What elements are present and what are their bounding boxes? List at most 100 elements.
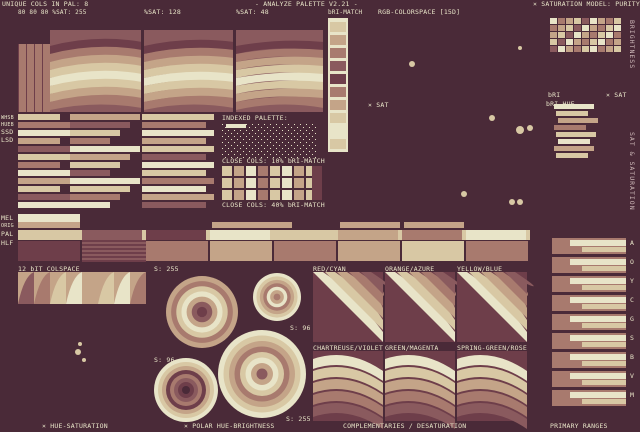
dot (303, 145, 304, 146)
close-col-end (312, 166, 322, 200)
palette-grid-cell (606, 39, 613, 45)
dot (246, 142, 247, 143)
dot (273, 151, 274, 152)
palette-grid-cell (582, 18, 589, 24)
palette-grid-cell (566, 25, 573, 31)
dot (249, 139, 250, 140)
dot (279, 145, 280, 146)
dot (240, 130, 241, 131)
primary-range-hi (570, 316, 626, 322)
row-bar (18, 186, 60, 192)
footer-polar: × POLAR HUE-BRIGHTNESS (184, 422, 275, 430)
palette-grid-cell (582, 32, 589, 38)
hatch (82, 242, 146, 244)
row-bar (142, 170, 206, 176)
dot (231, 151, 232, 152)
close-col-swatch (222, 166, 232, 176)
hue-panel-label-2: YELLOW/BLUE (457, 265, 503, 273)
row-bar (18, 170, 72, 176)
bri-stack (556, 111, 588, 116)
row-bar (142, 122, 206, 128)
dot (300, 136, 301, 137)
dot (306, 148, 307, 149)
range-letter-0: A (630, 239, 635, 247)
close-col-swatch (234, 166, 244, 176)
dot (225, 127, 226, 128)
dot (309, 127, 310, 128)
row-bar (142, 154, 206, 160)
close-col-swatch (282, 166, 292, 176)
palette-grid-cell (558, 39, 565, 45)
panel-divider (141, 30, 143, 112)
row-bar (142, 178, 214, 184)
dot (237, 139, 238, 140)
dot (258, 148, 259, 149)
dot (261, 145, 262, 146)
dot (291, 145, 292, 146)
range-letter-2: Y (630, 277, 635, 285)
close-col-swatch (258, 178, 268, 188)
dot (252, 154, 253, 155)
palette-grid-cell (614, 46, 621, 52)
hlf-segment (338, 241, 400, 261)
row-bar (142, 202, 206, 208)
scatter-point (409, 61, 415, 67)
dot (312, 124, 313, 125)
bri-label: bRI (548, 91, 561, 99)
dot (276, 142, 277, 143)
primary-range-mid (582, 342, 626, 347)
scatter-point (518, 46, 522, 50)
palette-grid-cell (582, 46, 589, 52)
dot (252, 130, 253, 131)
palette-grid-cell (550, 46, 557, 52)
dot (288, 136, 289, 137)
pal-segment (466, 230, 526, 240)
close-col-swatch (222, 190, 232, 200)
dot (312, 154, 313, 155)
bri-match-cell (330, 113, 346, 123)
scatter-point (516, 126, 524, 134)
strip-divider (26, 44, 27, 112)
dot (270, 154, 271, 155)
dot (264, 154, 265, 155)
dot (306, 136, 307, 137)
dot (309, 151, 310, 152)
palette-grid-cell (582, 39, 589, 45)
dot (267, 133, 268, 134)
unique-cols-label: UNIQUE COLS IN PAL: 8 (2, 0, 89, 8)
dot (300, 148, 301, 149)
row-bar (142, 162, 214, 168)
palette-grid-cell (598, 18, 605, 24)
hlf-segment (210, 241, 272, 261)
dot (306, 142, 307, 143)
row-bar (142, 186, 206, 192)
dot (264, 124, 265, 125)
dot (294, 142, 295, 143)
range-letter-8: M (630, 391, 635, 399)
dot (312, 136, 313, 137)
pal-segment (146, 230, 206, 240)
close-col-swatch (258, 190, 268, 200)
dot (261, 139, 262, 140)
primary-range-hi (570, 392, 626, 398)
scatter-point (489, 115, 495, 121)
hlf-segment (146, 241, 208, 261)
indexed-palette-label: INDEXED PALETTE: (222, 114, 288, 122)
dot (288, 148, 289, 149)
palette-grid-cell (614, 25, 621, 31)
primary-range-mid (582, 285, 626, 290)
footer-hue-saturation: × HUE-SATURATION (42, 422, 108, 430)
scatter-point (78, 342, 82, 346)
scatter-point (461, 191, 467, 197)
row-label-lsd: LSD (1, 136, 14, 144)
dot (309, 139, 310, 140)
primary-range-mid (582, 304, 626, 309)
palette-grid-cell (550, 32, 557, 38)
primary-range-hi (570, 297, 626, 303)
row-bar (18, 114, 60, 120)
range-letter-6: B (630, 353, 635, 361)
mel-bar (18, 214, 80, 222)
hue-panel-label-4: GREEN/MAGENTA (385, 344, 439, 352)
palette-grid-cell (558, 18, 565, 24)
dot (297, 151, 298, 152)
